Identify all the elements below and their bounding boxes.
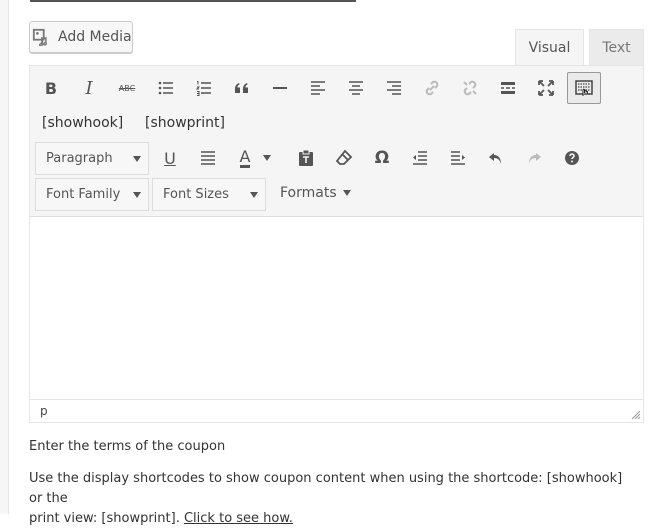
add-media-button[interactable]: Add Media xyxy=(29,21,133,53)
font-family-select-label: Font Family xyxy=(46,187,121,202)
editor-content-area[interactable] xyxy=(30,217,643,400)
align-left-button[interactable] xyxy=(303,73,333,103)
insert-link-icon xyxy=(425,80,439,96)
chevron-down-icon xyxy=(342,190,351,196)
paragraph-format-select[interactable]: Paragraph xyxy=(35,142,149,175)
element-path[interactable]: p xyxy=(40,404,48,418)
tab-visual[interactable]: Visual xyxy=(515,29,584,66)
align-center-icon xyxy=(349,81,363,95)
read-more-button[interactable] xyxy=(493,73,523,103)
chevron-down-icon xyxy=(250,192,258,198)
blockquote-icon xyxy=(235,83,248,93)
editor-statusbar: p xyxy=(30,399,643,422)
insert-link-button[interactable] xyxy=(417,73,447,103)
terms-help-text: Enter the terms of the coupon xyxy=(29,439,226,454)
tab-text[interactable]: Text xyxy=(589,29,644,65)
horizontal-rule-button[interactable] xyxy=(265,73,295,103)
align-right-icon xyxy=(387,81,401,95)
showprint-shortcode-button[interactable]: [showprint] xyxy=(145,115,225,131)
paragraph-select-label: Paragraph xyxy=(46,151,113,166)
indent-icon xyxy=(451,151,465,165)
media-icon xyxy=(32,28,50,47)
numbered-list-button[interactable] xyxy=(189,73,219,103)
fullscreen-button[interactable] xyxy=(531,73,561,103)
formats-menu-label: Formats xyxy=(280,185,337,201)
paste-text-icon xyxy=(299,149,313,166)
bullet-list-icon xyxy=(158,81,173,95)
omega-icon: Ω xyxy=(374,148,390,168)
chevron-down-icon xyxy=(263,155,271,161)
special-character-button[interactable]: Ω xyxy=(367,143,397,173)
undo-button[interactable] xyxy=(481,143,511,173)
align-right-button[interactable] xyxy=(379,73,409,103)
strikethrough-button[interactable]: ABC xyxy=(112,73,142,103)
justify-button[interactable] xyxy=(193,143,223,173)
horizontal-rule-icon xyxy=(273,87,287,89)
chevron-down-icon xyxy=(133,192,141,198)
text-color-button[interactable]: A xyxy=(231,143,259,173)
bullet-list-button[interactable] xyxy=(151,73,181,103)
add-media-label: Add Media xyxy=(58,29,132,45)
shortcode-help-line2: print view: [showprint]. xyxy=(29,511,180,526)
redo-icon xyxy=(529,153,541,164)
outdent-icon xyxy=(413,151,427,165)
align-left-icon xyxy=(311,81,325,95)
eraser-icon xyxy=(335,149,353,165)
help-icon xyxy=(565,151,579,165)
toolbar-toggle-icon xyxy=(575,80,593,96)
numbered-list-icon xyxy=(195,81,211,96)
indent-button[interactable] xyxy=(443,143,473,173)
editor-toolbar: B I ABC [showhook] [showprint] Paragraph… xyxy=(30,66,643,217)
text-color-icon: A xyxy=(239,146,251,168)
justify-icon xyxy=(201,151,215,165)
clear-formatting-button[interactable] xyxy=(329,143,359,173)
shortcode-help-text: Use the display shortcodes to show coupo… xyxy=(29,469,639,529)
resize-handle-icon[interactable] xyxy=(631,410,641,420)
left-rule xyxy=(0,0,9,514)
italic-icon: I xyxy=(85,77,93,99)
underline-button[interactable]: U xyxy=(155,143,185,173)
chevron-down-icon xyxy=(133,156,141,162)
showhook-shortcode-button[interactable]: [showhook] xyxy=(42,115,123,131)
underline-icon: U xyxy=(164,148,176,168)
wysiwyg-editor: B I ABC [showhook] [showprint] Paragraph… xyxy=(29,65,644,423)
paste-as-text-button[interactable] xyxy=(291,143,321,173)
top-divider xyxy=(30,0,356,2)
strikethrough-icon: ABC xyxy=(118,83,136,93)
align-center-button[interactable] xyxy=(341,73,371,103)
toolbar-toggle-button[interactable] xyxy=(567,72,601,104)
font-family-select[interactable]: Font Family xyxy=(35,178,149,211)
bold-icon: B xyxy=(44,78,58,98)
blockquote-button[interactable] xyxy=(227,73,257,103)
formats-menu-button[interactable]: Formats xyxy=(280,185,351,201)
outdent-button[interactable] xyxy=(405,143,435,173)
font-sizes-select-label: Font Sizes xyxy=(163,187,229,202)
fullscreen-icon xyxy=(538,80,554,96)
undo-icon xyxy=(489,153,501,164)
italic-button[interactable]: I xyxy=(74,73,104,103)
help-button[interactable] xyxy=(557,143,587,173)
font-sizes-select[interactable]: Font Sizes xyxy=(152,178,266,211)
bold-button[interactable]: B xyxy=(36,73,66,103)
shortcode-help-line1: Use the display shortcodes to show coupo… xyxy=(29,471,623,506)
redo-button[interactable] xyxy=(519,143,549,173)
read-more-icon xyxy=(501,82,515,94)
remove-link-button[interactable] xyxy=(455,73,485,103)
remove-link-icon xyxy=(463,80,477,96)
click-to-see-how-link[interactable]: Click to see how. xyxy=(184,511,293,526)
text-color-dropdown[interactable] xyxy=(259,143,275,173)
